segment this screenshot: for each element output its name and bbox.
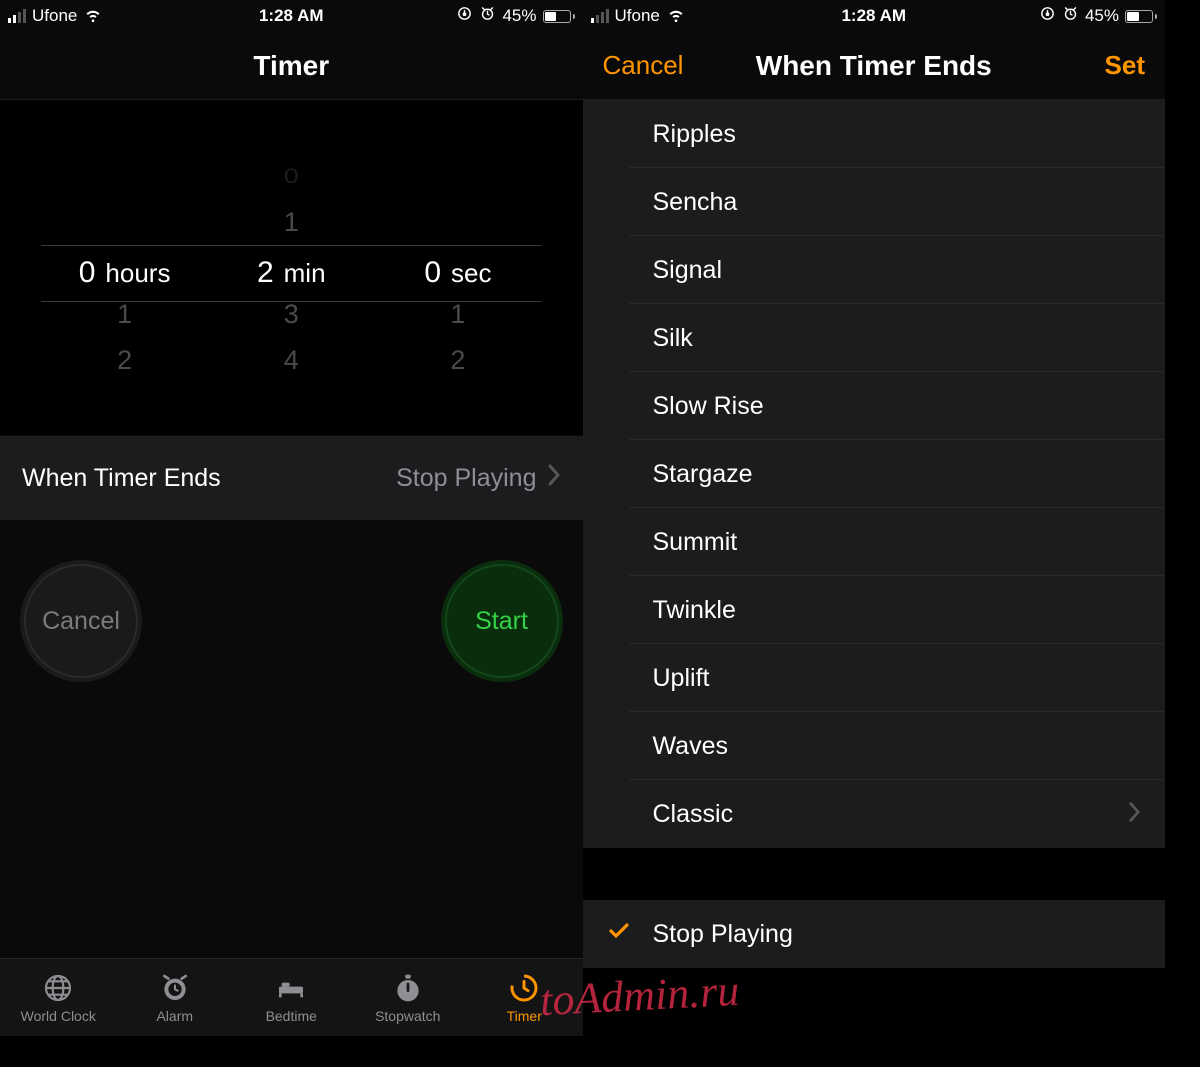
set-button[interactable]: Set <box>1105 50 1145 81</box>
carrier-label: Ufone <box>32 6 77 26</box>
chevron-right-icon <box>1128 799 1141 830</box>
checkmark-icon <box>607 919 631 950</box>
tab-bar: World Clock Alarm Bedtime Stopwatch Time… <box>0 958 583 1036</box>
sound-option-sencha[interactable]: Sencha <box>583 168 1166 236</box>
rotation-lock-icon <box>1039 5 1056 27</box>
sound-option-twinkle[interactable]: Twinkle <box>583 576 1166 644</box>
status-bar-right: Ufone 1:28 AM 45% <box>583 0 1166 32</box>
battery-pct: 45% <box>502 6 536 26</box>
cancel-button[interactable]: Cancel <box>20 560 142 682</box>
tab-world-clock[interactable]: World Clock <box>0 959 117 1036</box>
battery-icon <box>543 10 575 23</box>
sound-option-stop-playing[interactable]: Stop Playing <box>583 900 1166 968</box>
tab-timer[interactable]: Timer <box>466 959 583 1036</box>
sound-option-signal[interactable]: Signal <box>583 236 1166 304</box>
when-timer-ends-row[interactable]: When Timer Ends Stop Playing <box>0 436 583 520</box>
cancel-button[interactable]: Cancel <box>603 50 684 81</box>
sounds-header: Cancel When Timer Ends Set <box>583 32 1166 100</box>
sound-option-waves[interactable]: Waves <box>583 712 1166 780</box>
chevron-right-icon <box>547 464 561 493</box>
time-picker[interactable]: 1 2 3 0 1 . 3 4 5 <box>0 100 583 435</box>
sound-option-silk[interactable]: Silk <box>583 304 1166 372</box>
start-button[interactable]: Start <box>441 560 563 682</box>
sound-option-stargaze[interactable]: Stargaze <box>583 440 1166 508</box>
sound-option-ripples[interactable]: Ripples <box>583 100 1166 168</box>
timer-screen: Ufone 1:28 AM 45% Timer <box>0 0 583 1036</box>
cell-signal-icon <box>8 9 26 23</box>
status-bar-left: Ufone 1:28 AM 45% <box>0 0 583 32</box>
wifi-icon <box>83 4 103 29</box>
timer-header: Timer <box>0 32 583 100</box>
when-timer-ends-screen: Ufone 1:28 AM 45% Cancel W <box>583 0 1166 1036</box>
hours-wheel[interactable]: 1 2 3 <box>41 291 208 393</box>
rotation-lock-icon <box>456 5 473 27</box>
battery-icon <box>1125 10 1157 23</box>
page-title: Timer <box>253 50 329 82</box>
seconds-wheel[interactable]: 1 2 3 <box>375 291 542 393</box>
sound-option-slow-rise[interactable]: Slow Rise <box>583 372 1166 440</box>
alarm-icon <box>1062 5 1079 27</box>
sound-option-uplift[interactable]: Uplift <box>583 644 1166 712</box>
cell-signal-icon <box>591 9 609 23</box>
wifi-icon <box>666 4 686 29</box>
wte-label: When Timer Ends <box>22 464 221 493</box>
wte-value: Stop Playing <box>396 464 536 493</box>
tab-stopwatch[interactable]: Stopwatch <box>350 959 467 1036</box>
tab-alarm[interactable]: Alarm <box>117 959 234 1036</box>
sounds-list[interactable]: Ripples Sencha Signal Silk Slow Rise Sta… <box>583 100 1166 1036</box>
sound-option-summit[interactable]: Summit <box>583 508 1166 576</box>
tab-bedtime[interactable]: Bedtime <box>233 959 350 1036</box>
carrier-label: Ufone <box>615 6 660 26</box>
sound-option-classic[interactable]: Classic <box>583 780 1166 848</box>
battery-pct: 45% <box>1085 6 1119 26</box>
page-title: When Timer Ends <box>756 50 992 82</box>
alarm-icon <box>479 5 496 27</box>
